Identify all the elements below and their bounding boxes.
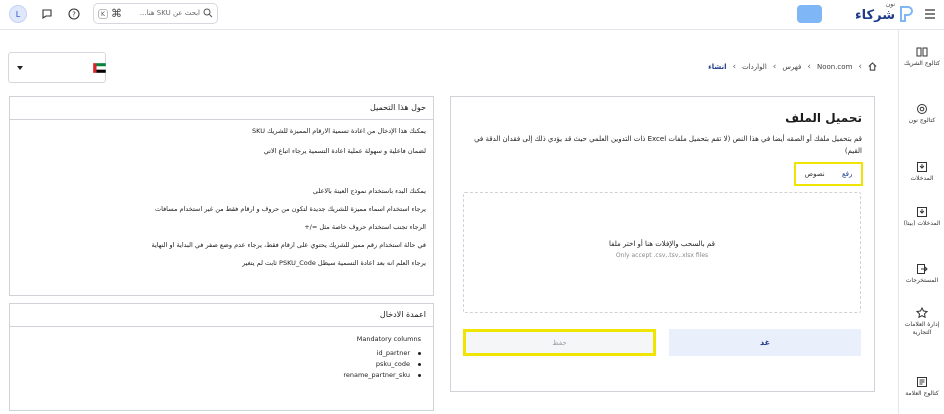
- logo-small-text: نون: [885, 1, 895, 8]
- about-upload-panel: حول هذا التحميل يمكنك هذا الإدخال من اعا…: [9, 96, 434, 296]
- sidebar-item-imports[interactable]: المدخلات: [899, 161, 944, 183]
- columns-panel-title: اعمدة الادخال: [10, 304, 433, 327]
- breadcrumb-item-noon[interactable]: Noon.com: [817, 63, 852, 71]
- dropzone-hint: Only accept .csv,.tsv,.xlsx files: [615, 252, 709, 259]
- inbox-icon: [916, 161, 928, 173]
- search-icon: [203, 8, 213, 20]
- sidebar-item-label: المدخلات (بيتا): [903, 220, 941, 227]
- about-line: لضمان فاعلية و سهولة عملية اعادة التسمية…: [263, 147, 426, 155]
- sidebar-item-exports[interactable]: المستخرجات: [899, 263, 944, 285]
- home-icon[interactable]: [868, 61, 877, 73]
- about-panel-title: حول هذا التحميل: [10, 97, 433, 120]
- breadcrumb: ‹ Noon.com ‹ فهرس ‹ الواردات ‹ انشاء: [708, 61, 877, 73]
- about-line: يمكنك البدء باستخدام نموذج العينة بالاعل…: [312, 187, 426, 195]
- search-catalog-icon: [916, 103, 928, 115]
- sidebar-item-label: كتالوج نون: [908, 117, 936, 124]
- help-icon[interactable]: ?: [66, 6, 82, 22]
- export-icon: [916, 263, 928, 275]
- logo-mark-icon: [899, 6, 913, 24]
- sidebar-item-partner-catalog[interactable]: كتالوج الشريك: [899, 46, 944, 68]
- sidebar-item-label: كتالوج الشريك: [903, 60, 941, 67]
- search-placeholder: ابحث عن SKU هنا...: [139, 9, 200, 17]
- cancel-button[interactable]: غد: [669, 329, 861, 356]
- about-line: يمكنك هذا الإدخال من اعادة تسمية الارقام…: [252, 127, 426, 135]
- menu-icon[interactable]: [924, 8, 936, 20]
- list-item: id_partner: [17, 348, 421, 359]
- sidebar-item-imports-beta[interactable]: المدخلات (بيتا): [899, 206, 944, 228]
- brand-catalog-icon: [916, 376, 928, 388]
- upload-title: تحميل الملف: [785, 111, 862, 125]
- about-line: يرجاء العلم انه بعد اعادة التسمية سيظل P…: [242, 259, 426, 267]
- breadcrumb-separator-icon: ‹: [732, 62, 737, 72]
- chevron-down-icon: [17, 66, 23, 70]
- upload-mode-tabs: رفع نصوص: [794, 162, 863, 186]
- country-select[interactable]: [8, 52, 107, 83]
- shortcut-key: K: [98, 9, 108, 19]
- list-item: rename_partner_sku: [17, 370, 421, 381]
- catalog-icon: [916, 46, 928, 58]
- input-columns-panel: اعمدة الادخال Mandatory columns id_partn…: [9, 303, 434, 411]
- breadcrumb-separator-icon: ‹: [858, 62, 862, 72]
- tab-upload[interactable]: رفع: [842, 170, 852, 178]
- logo: نون شركاء: [843, 1, 913, 27]
- search-input[interactable]: K ⌘ ابحث عن SKU هنا...: [93, 3, 218, 24]
- notification-button[interactable]: [797, 5, 822, 23]
- svg-text:?: ?: [72, 11, 76, 19]
- avatar[interactable]: L: [9, 5, 27, 23]
- breadcrumb-item-catalog[interactable]: فهرس: [782, 63, 801, 71]
- sidebar-item-label: المستخرجات: [905, 277, 939, 284]
- brand-icon: [915, 306, 929, 319]
- dropzone-text: قم بالسحب والإفلات هنا أو اختر ملفا: [609, 240, 715, 248]
- logo-text: شركاء: [855, 8, 895, 23]
- sidebar-item-noon-catalog[interactable]: كتالوج نون: [899, 103, 944, 125]
- sidebar: كتالوج الشريك كتالوج نون المدخلات المدخل…: [898, 30, 944, 414]
- chat-icon[interactable]: [39, 6, 55, 22]
- breadcrumb-item-imports[interactable]: الواردات: [742, 63, 767, 71]
- about-line: الرجاء تجنب استخدام حروف خاصة مثل =/+: [304, 223, 426, 231]
- uae-flag-icon: [92, 62, 107, 74]
- sidebar-item-label: إدارة العلامات التجارية: [904, 321, 940, 336]
- mandatory-columns-label: Mandatory columns: [356, 335, 421, 343]
- breadcrumb-item-create: انشاء: [708, 63, 727, 71]
- sidebar-item-brand-management[interactable]: إدارة العلامات التجارية: [899, 306, 944, 337]
- upload-file-card: تحميل الملف قم بتحميل ملفك أو الصقه أيضا…: [450, 96, 875, 392]
- sidebar-item-label: المدخلات: [910, 175, 934, 182]
- about-line: يرجاء استخدام اسماء مميزة للشريك جديدة ل…: [154, 205, 426, 213]
- top-bar: L ? K ⌘ ابحث عن SKU هنا... نون شركاء: [0, 0, 944, 30]
- about-line: في حالة استخدام رقم مميز للشريك يحتوي عل…: [151, 241, 426, 249]
- tab-text[interactable]: نصوص: [805, 170, 825, 178]
- sidebar-item-label: كتالوج العلامة: [905, 390, 939, 397]
- save-button[interactable]: حفظ: [463, 329, 656, 356]
- file-dropzone[interactable]: قم بالسحب والإفلات هنا أو اختر ملفا Only…: [463, 192, 861, 313]
- breadcrumb-separator-icon: ‹: [772, 62, 777, 72]
- list-item: psku_code: [17, 359, 421, 370]
- breadcrumb-separator-icon: ‹: [807, 62, 811, 72]
- command-icon: ⌘: [111, 7, 122, 20]
- about-line: [17, 166, 426, 176]
- inbox-beta-icon: [916, 206, 928, 218]
- upload-description: قم بتحميل ملفك أو الصقه أيضا في هذا النص…: [474, 135, 862, 155]
- sidebar-item-brand-catalog[interactable]: كتالوج العلامة: [899, 376, 944, 398]
